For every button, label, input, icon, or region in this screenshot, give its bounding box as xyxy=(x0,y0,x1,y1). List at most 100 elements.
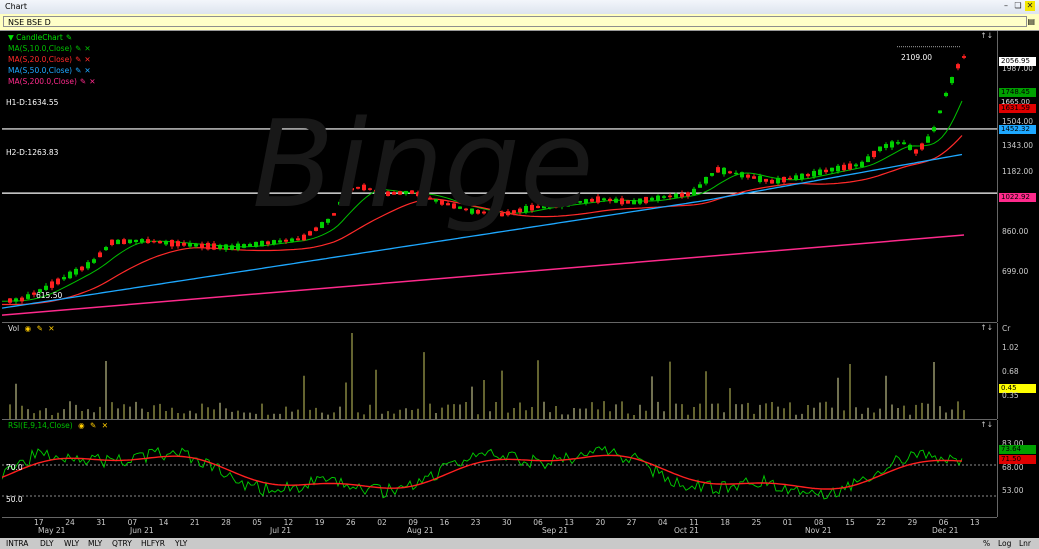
candle xyxy=(902,142,906,145)
candle xyxy=(860,161,864,167)
candle xyxy=(74,268,78,275)
candle xyxy=(920,143,924,150)
vol-tick: 1.02 xyxy=(1002,343,1019,352)
menu-icon[interactable]: ▤ xyxy=(1027,17,1035,26)
remove-icon[interactable]: ✕ xyxy=(89,76,95,87)
x-day-label: 31 xyxy=(96,518,106,527)
candle xyxy=(950,77,954,84)
minimize-icon[interactable]: – xyxy=(1001,1,1011,11)
candle xyxy=(908,144,912,150)
vol-tick: 0.68 xyxy=(1002,367,1019,376)
edit-icon[interactable]: ✎ xyxy=(75,43,81,54)
symbol-input[interactable]: NSE BSE D xyxy=(3,16,1027,27)
pane-controls-icon[interactable]: ↑↓ xyxy=(980,31,993,40)
pane-controls-icon[interactable]: ↑↓ xyxy=(980,420,993,429)
time-axis: 17 24 31 07 14 21 28 05 12 19 26 02 09 16 23 30 06 13 20 27… xyxy=(2,517,997,537)
remove-icon[interactable]: ✕ xyxy=(102,420,108,431)
edit-icon[interactable]: ✎ xyxy=(90,420,96,431)
close-icon[interactable]: ✕ xyxy=(1025,1,1035,11)
candle xyxy=(158,241,162,244)
period-tab[interactable]: DLY xyxy=(40,538,54,549)
x-month-label: Jun 21 xyxy=(130,526,154,535)
candle xyxy=(806,174,810,177)
edit-icon[interactable]: ✎ xyxy=(37,323,43,334)
legend-label: MA(S,50.0,Close) xyxy=(8,66,73,75)
edit-icon[interactable]: ✎ xyxy=(75,54,81,65)
candle xyxy=(794,175,798,180)
period-tab[interactable]: INTRA xyxy=(6,538,28,549)
remove-icon[interactable]: ✕ xyxy=(84,65,90,76)
candle xyxy=(194,244,198,247)
legend-item[interactable]: MA(S,20.0,Close) ✎ ✕ xyxy=(8,54,95,65)
remove-icon[interactable]: ✕ xyxy=(84,43,90,54)
candle xyxy=(44,285,48,290)
scale-toggle[interactable]: Log xyxy=(998,538,1011,549)
period-tab[interactable]: YLY xyxy=(175,538,187,549)
rsi-axis: 83.00 73.64 71.50 68.00 53.00 xyxy=(997,420,1039,517)
candle xyxy=(956,64,960,69)
eye-icon[interactable]: ◉ xyxy=(25,323,32,334)
candle xyxy=(746,174,750,178)
period-tab[interactable]: QTRY xyxy=(112,538,132,549)
price-tick: 699.00 xyxy=(1002,267,1029,276)
edit-icon[interactable]: ✎ xyxy=(80,76,86,87)
candle xyxy=(110,239,114,245)
vol-tick: 0.35 xyxy=(1002,391,1019,400)
candle xyxy=(740,172,744,178)
period-tab[interactable]: MLY xyxy=(88,538,102,549)
x-month-label: Sep 21 xyxy=(542,526,569,535)
period-tab[interactable]: HLFYR xyxy=(141,538,165,549)
price-pane[interactable]: Binge ▼ CandleChart ✎ MA(S,10.0,Close) ✎ ✕ MA… xyxy=(2,31,997,323)
candle xyxy=(734,172,738,175)
candle xyxy=(728,171,732,174)
candle xyxy=(776,177,780,184)
candle xyxy=(812,170,816,177)
candle xyxy=(26,294,30,299)
x-day-label: 29 xyxy=(907,518,918,527)
remove-icon[interactable]: ✕ xyxy=(84,54,90,65)
edit-icon[interactable]: ✎ xyxy=(75,65,81,76)
candle xyxy=(296,238,300,241)
pane-controls-icon[interactable]: ↑↓ xyxy=(980,323,993,332)
period-tab[interactable]: WLY xyxy=(64,538,79,549)
candle xyxy=(20,297,24,302)
edit-icon[interactable]: ✎ xyxy=(66,32,72,43)
legend-item[interactable]: ▼ CandleChart ✎ xyxy=(8,32,95,43)
remove-icon[interactable]: ✕ xyxy=(48,323,54,334)
legend-item[interactable]: MA(S,50.0,Close) ✎ ✕ xyxy=(8,65,95,76)
x-day-label: 26 xyxy=(346,518,356,527)
candle xyxy=(680,193,684,197)
rsi-chart xyxy=(2,445,997,500)
x-month-label: Dec 21 xyxy=(932,526,959,535)
candle xyxy=(188,242,192,247)
legend-item[interactable]: MA(S,200.0,Close) ✎ ✕ xyxy=(8,76,95,87)
candle xyxy=(800,173,804,180)
legend-item[interactable]: MA(S,10.0,Close) ✎ ✕ xyxy=(8,43,95,54)
candle xyxy=(170,239,174,247)
candle xyxy=(692,188,696,195)
scale-toggle[interactable]: Lnr xyxy=(1019,538,1031,549)
rsi-pane[interactable]: RSI(E,9,14,Close) ◉ ✎ ✕ 70.0 50.0 ↑↓ xyxy=(2,420,997,518)
volume-label: Vol xyxy=(8,324,20,333)
candle xyxy=(644,196,648,204)
restore-icon[interactable]: ❏ xyxy=(1013,1,1023,11)
scale-toggle[interactable]: % xyxy=(983,538,990,549)
candle xyxy=(710,173,714,176)
candle xyxy=(62,277,66,280)
candle xyxy=(182,242,186,246)
rsi-legend: RSI(E,9,14,Close) ◉ ✎ ✕ xyxy=(8,420,108,431)
eye-icon[interactable]: ◉ xyxy=(78,420,85,431)
price-axis: 1987.00 1504.00 1343.00 1182.00 860.00 699.00… xyxy=(997,31,1039,322)
candle xyxy=(254,241,258,247)
legend-label: MA(S,10.0,Close) xyxy=(8,44,73,53)
volume-pane[interactable]: Vol ◉ ✎ ✕ ↑↓ xyxy=(2,323,997,420)
x-day-label: 28 xyxy=(221,518,231,527)
candle xyxy=(866,156,870,163)
bottom-toolbar: INTRA DLY WLY MLY QTRY HLFYR YLY% Log Lnr xyxy=(0,538,1039,549)
volume-axis: Cr 1.02 0.68 0.45 0.35 xyxy=(997,323,1039,419)
candle xyxy=(632,199,636,205)
x-month-label: Aug 21 xyxy=(407,526,434,535)
legend-label: ▼ CandleChart xyxy=(8,33,63,42)
x-day-label: 20 xyxy=(595,518,606,527)
candle xyxy=(854,164,858,167)
